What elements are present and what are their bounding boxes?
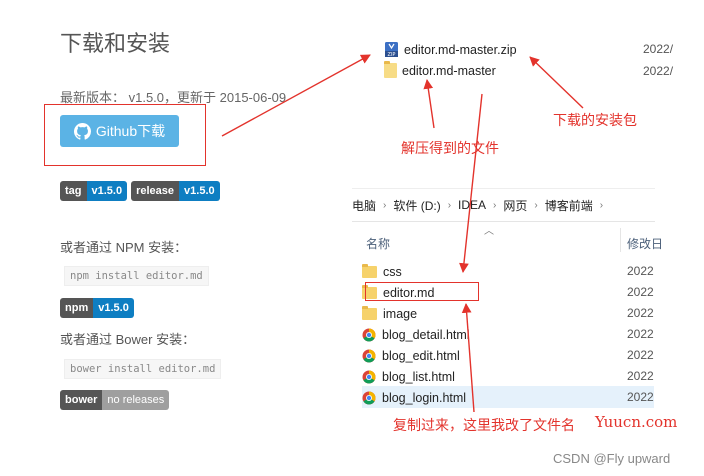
site-watermark: Yuucn.com bbox=[595, 413, 678, 431]
arrow-label-to-folder bbox=[423, 79, 435, 129]
arrow-github-to-zip bbox=[221, 54, 371, 137]
arrow-folder-to-editor-md bbox=[459, 93, 483, 273]
csdn-watermark: CSDN @Fly upward bbox=[553, 451, 671, 466]
annotation-renamed: 复制过来，这里我改了文件名 bbox=[393, 417, 575, 433]
annotation-extracted: 解压得到的文件 bbox=[401, 140, 499, 156]
annotation-installer: 下载的安装包 bbox=[553, 112, 637, 128]
annotation-arrows bbox=[221, 54, 584, 413]
arrow-label-to-zip bbox=[529, 56, 584, 109]
arrow-label-to-renamed bbox=[461, 303, 475, 413]
